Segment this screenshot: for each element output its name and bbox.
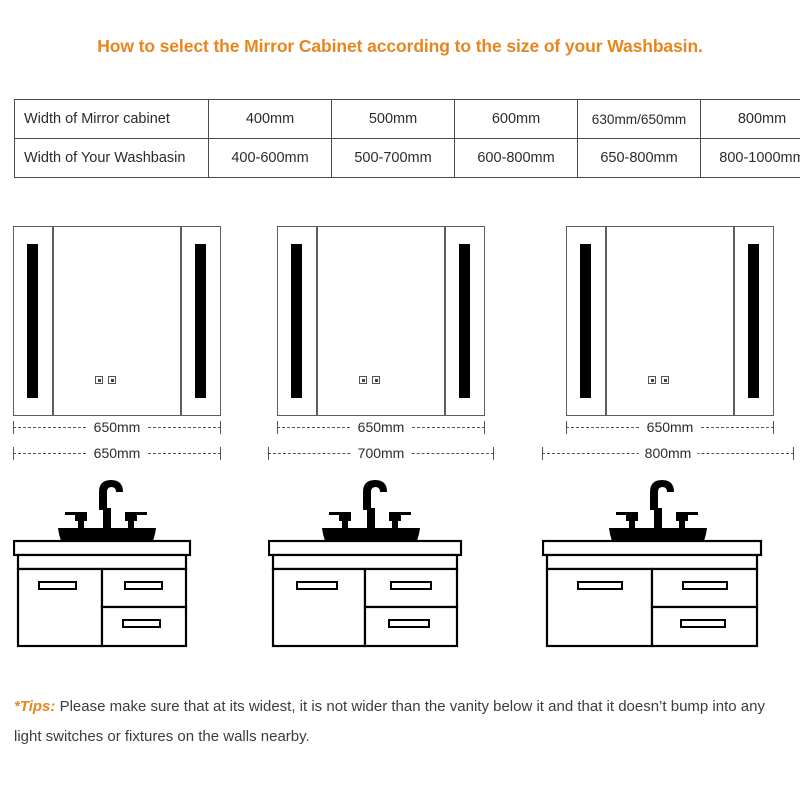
vanity-drawing [268, 480, 463, 648]
table-row-header-washbasin: Width of Your Washbasin [14, 138, 209, 178]
vanity-cabinet [268, 539, 463, 648]
dimension-cabinet-1: 650mm [13, 418, 221, 436]
touch-control-panel[interactable] [95, 376, 116, 384]
dimension-label-cabinet: 650mm [351, 418, 411, 436]
vanity-cabinet [542, 539, 763, 648]
dimension-cabinet-3: 650mm [566, 418, 774, 436]
table-cell-basin-800-1000: 800-1000mm [700, 138, 800, 178]
table-cell-mirror-800: 800mm [700, 99, 800, 139]
touch-control-icon[interactable] [661, 376, 669, 384]
vanity-drawing [13, 480, 192, 648]
table-row: Width of Your Washbasin 400-600mm 500-70… [14, 138, 800, 178]
touch-control-panel[interactable] [359, 376, 380, 384]
size-guide-table: Width of Mirror cabinet 400mm 500mm 600m… [14, 99, 800, 178]
tips-label: *Tips: [14, 698, 56, 715]
dimension-label-vanity: 700mm [351, 444, 411, 462]
vanity-cabinet [13, 539, 192, 648]
cabinet-center-mirror [317, 226, 445, 416]
dimension-label-cabinet: 650mm [640, 418, 700, 436]
dimension-cap-left [268, 447, 270, 460]
dimension-cap-left [13, 447, 15, 460]
touch-control-icon[interactable] [108, 376, 116, 384]
dimension-cap-right [219, 421, 221, 434]
dimension-vanity-1: 650mm [13, 444, 221, 462]
faucet-icon [616, 480, 698, 532]
table-row: Width of Mirror cabinet 400mm 500mm 600m… [14, 99, 800, 139]
mirror-cabinet-3 [566, 226, 774, 416]
dimension-label-cabinet: 650mm [87, 418, 147, 436]
table-cell-basin-400-600: 400-600mm [208, 138, 332, 178]
touch-control-panel[interactable] [648, 376, 669, 384]
dimension-cabinet-2: 650mm [277, 418, 485, 436]
dimension-vanity-3: 800mm [542, 444, 794, 462]
touch-control-icon[interactable] [372, 376, 380, 384]
table-cell-mirror-600: 600mm [454, 99, 578, 139]
table-cell-basin-650-800: 650-800mm [577, 138, 701, 178]
dimension-cap-right [792, 447, 794, 460]
table-row-header-mirror-cabinet: Width of Mirror cabinet [14, 99, 209, 139]
mirror-cabinet-2 [277, 226, 485, 416]
vanity-drawing [542, 480, 763, 648]
faucet-icon [329, 480, 411, 532]
cabinet-center-mirror [53, 226, 181, 416]
dimension-cap-left [542, 447, 544, 460]
dimension-cap-right [219, 447, 221, 460]
table-cell-mirror-500: 500mm [331, 99, 455, 139]
mirror-cabinet-1 [13, 226, 221, 416]
led-strip-icon [459, 244, 470, 398]
table-cell-basin-500-700: 500-700mm [331, 138, 455, 178]
touch-control-icon[interactable] [359, 376, 367, 384]
dimension-cap-right [772, 421, 774, 434]
dimension-cap-right [483, 421, 485, 434]
led-strip-icon [195, 244, 206, 398]
dimension-cap-left [13, 421, 15, 434]
table-cell-mirror-400: 400mm [208, 99, 332, 139]
tips-text: Please make sure that at its widest, it … [14, 698, 765, 745]
vanity-unit-3 [542, 475, 794, 665]
dimension-cap-left [277, 421, 279, 434]
touch-control-icon[interactable] [95, 376, 103, 384]
table-cell-basin-600-800: 600-800mm [454, 138, 578, 178]
tips-note: *Tips: Please make sure that at its wide… [14, 692, 786, 752]
page-title: How to select the Mirror Cabinet accordi… [97, 36, 703, 56]
faucet-icon [65, 480, 147, 532]
touch-control-icon[interactable] [648, 376, 656, 384]
led-strip-icon [27, 244, 38, 398]
dimension-label-vanity: 800mm [638, 444, 698, 462]
led-strip-icon [748, 244, 759, 398]
vanity-unit-2 [268, 475, 494, 665]
dimension-cap-right [492, 447, 494, 460]
led-strip-icon [291, 244, 302, 398]
dimension-cap-left [566, 421, 568, 434]
dimension-vanity-2: 700mm [268, 444, 494, 462]
led-strip-icon [580, 244, 591, 398]
dimension-label-vanity: 650mm [87, 444, 147, 462]
cabinet-center-mirror [606, 226, 734, 416]
table-cell-mirror-630-650: 630mm/650mm [577, 99, 701, 139]
vanity-unit-1 [13, 475, 221, 665]
